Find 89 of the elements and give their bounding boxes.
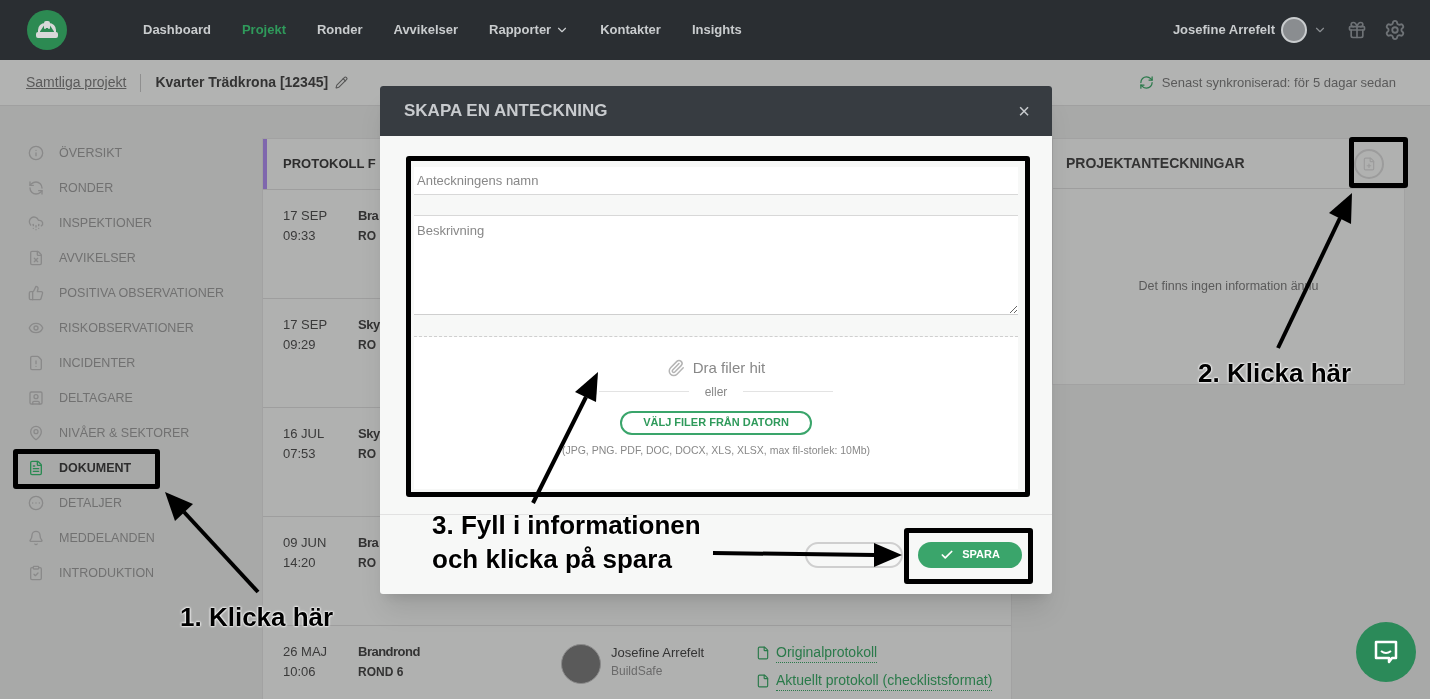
sidebar-item[interactable]: POSITIVA OBSERVATIONER [28,280,225,306]
callout-text: 2. Klicka här [1198,357,1352,390]
more-icon [28,495,44,511]
round-date: 09 JUN [283,534,328,552]
sidebar-item[interactable]: AVVIKELSER [28,245,136,271]
map-pin-icon [28,425,44,441]
drop-zone-text: Dra filer hit [692,358,766,378]
gift-icon[interactable] [1347,20,1367,40]
nav-link[interactable]: Ronder [317,20,363,40]
author-name: Josefine Arrefelt [611,644,705,662]
cloud-icon [28,215,44,231]
sidebar-item[interactable]: INSPEKTIONER [28,210,153,236]
sidebar-item[interactable]: DOKUMENT [28,455,132,481]
round-number: RO [358,446,376,463]
settings-icon[interactable] [1384,19,1406,41]
sidebar-item[interactable]: MEDDELANDEN [28,525,155,551]
description-input-field[interactable]: Beskrivning [414,216,1018,315]
round-title: Bra [358,534,379,552]
round-date: 16 JUL [283,425,326,443]
breadcrumb-link[interactable]: Samtliga projekt [26,72,127,93]
bell-icon [28,530,44,546]
round-time: 14:20 [283,554,317,572]
nav-link[interactable]: Projekt [241,20,286,40]
project-title: Kvarter Trädkrona [12345] [155,73,329,92]
nav-link[interactable]: Rapporter [489,20,570,40]
pdf-file-icon [756,645,770,660]
round-date: 17 SEP [283,316,329,334]
file-warning-icon [28,355,44,371]
sync-icon [1138,75,1154,90]
round-time: 09:29 [283,336,317,354]
user-card-icon [28,390,44,406]
edit-icon[interactable] [335,76,349,89]
nav-link[interactable]: Dashboard [143,20,211,40]
avatar [561,644,601,684]
round-title: Brandrond [358,643,420,661]
round-time: 09:33 [283,227,317,245]
round-date: 26 MAJ [283,643,329,661]
round-title: Sky [358,316,380,334]
paperclip-icon [666,359,685,378]
file-x-icon [28,250,44,266]
nav-link[interactable]: Insights [691,20,742,40]
round-time: 10:06 [283,663,317,681]
protocol-link[interactable]: Originalprotokoll [776,642,878,663]
sidebar-item[interactable]: NIVÅER & SEKTORER [28,420,190,446]
sync-status: Senast synkroniserad: för 5 dagar sedan [1161,73,1396,92]
sidebar-item[interactable]: RISKOBSERVATIONER [28,315,194,341]
document-icon [28,460,44,476]
round-title: Sky [358,425,380,443]
sidebar-item[interactable]: DELTAGARE [28,385,133,411]
file-drop-zone[interactable]: Dra filer hit eller VÄLJ FILER FRÅN DATORN (JPG, PNG. PDF, DOC, DOCX, XLS, XLSX, max fil-storlek: 10Mb) [414,337,1018,489]
chat-icon [1373,640,1399,664]
callout-text: 1. Klicka här [180,601,334,634]
author-company: BuildSafe [611,663,664,680]
sidebar-item[interactable]: RONDER [28,175,114,201]
highlight-frame [1349,137,1408,188]
separator-text: eller [704,383,728,401]
round-title: Bra [358,207,379,225]
callout-text: 3. Fyll i informationen och klicka på spara [432,509,701,576]
info-icon [28,145,44,161]
sidebar-item[interactable]: DETALJER [28,490,122,516]
card-title: PROTOKOLL F [283,155,376,174]
round-number: RO [358,228,376,245]
pdf-file-icon [756,673,770,688]
close-button[interactable]: × [1018,101,1030,121]
round-number: RO [358,337,376,354]
user-name[interactable]: Josefine Arrefelt [1172,20,1275,40]
sidebar-item[interactable]: INCIDENTER [28,350,136,376]
round-time: 07:53 [283,445,317,463]
avatar[interactable] [1281,17,1307,43]
logo-icon[interactable] [27,10,67,50]
round-number: ROND 6 [358,664,404,681]
sidebar-item[interactable]: ÖVERSIKT [28,140,123,166]
protocol-link[interactable]: Aktuellt protokoll (checklistsformat) [776,670,993,691]
eye-icon [28,320,44,336]
save-button[interactable]: SPARA [918,541,1022,568]
chat-button[interactable] [1356,622,1416,682]
card-title: PROJEKTANTECKNINGAR [1066,154,1245,173]
thumbs-up-icon [28,285,44,301]
modal-title: SKAPA EN ANTECKNING [404,100,608,123]
nav-link[interactable]: Avvikelser [393,20,459,40]
choose-files-button[interactable]: VÄLJ FILER FRÅN DATORN [620,410,812,435]
name-input-field[interactable]: Anteckningens namn [414,167,1018,195]
refresh-icon [28,180,44,196]
sidebar-item[interactable]: INTRODUKTION [28,560,155,586]
clipboard-check-icon [28,565,44,581]
round-number: RO [358,555,376,572]
round-date: 17 SEP [283,207,329,225]
nav-link[interactable]: Kontakter [600,20,661,40]
file-types-hint: (JPG, PNG. PDF, DOC, DOCX, XLS, XLSX, max fil-storlek: 10Mb) [561,442,871,458]
